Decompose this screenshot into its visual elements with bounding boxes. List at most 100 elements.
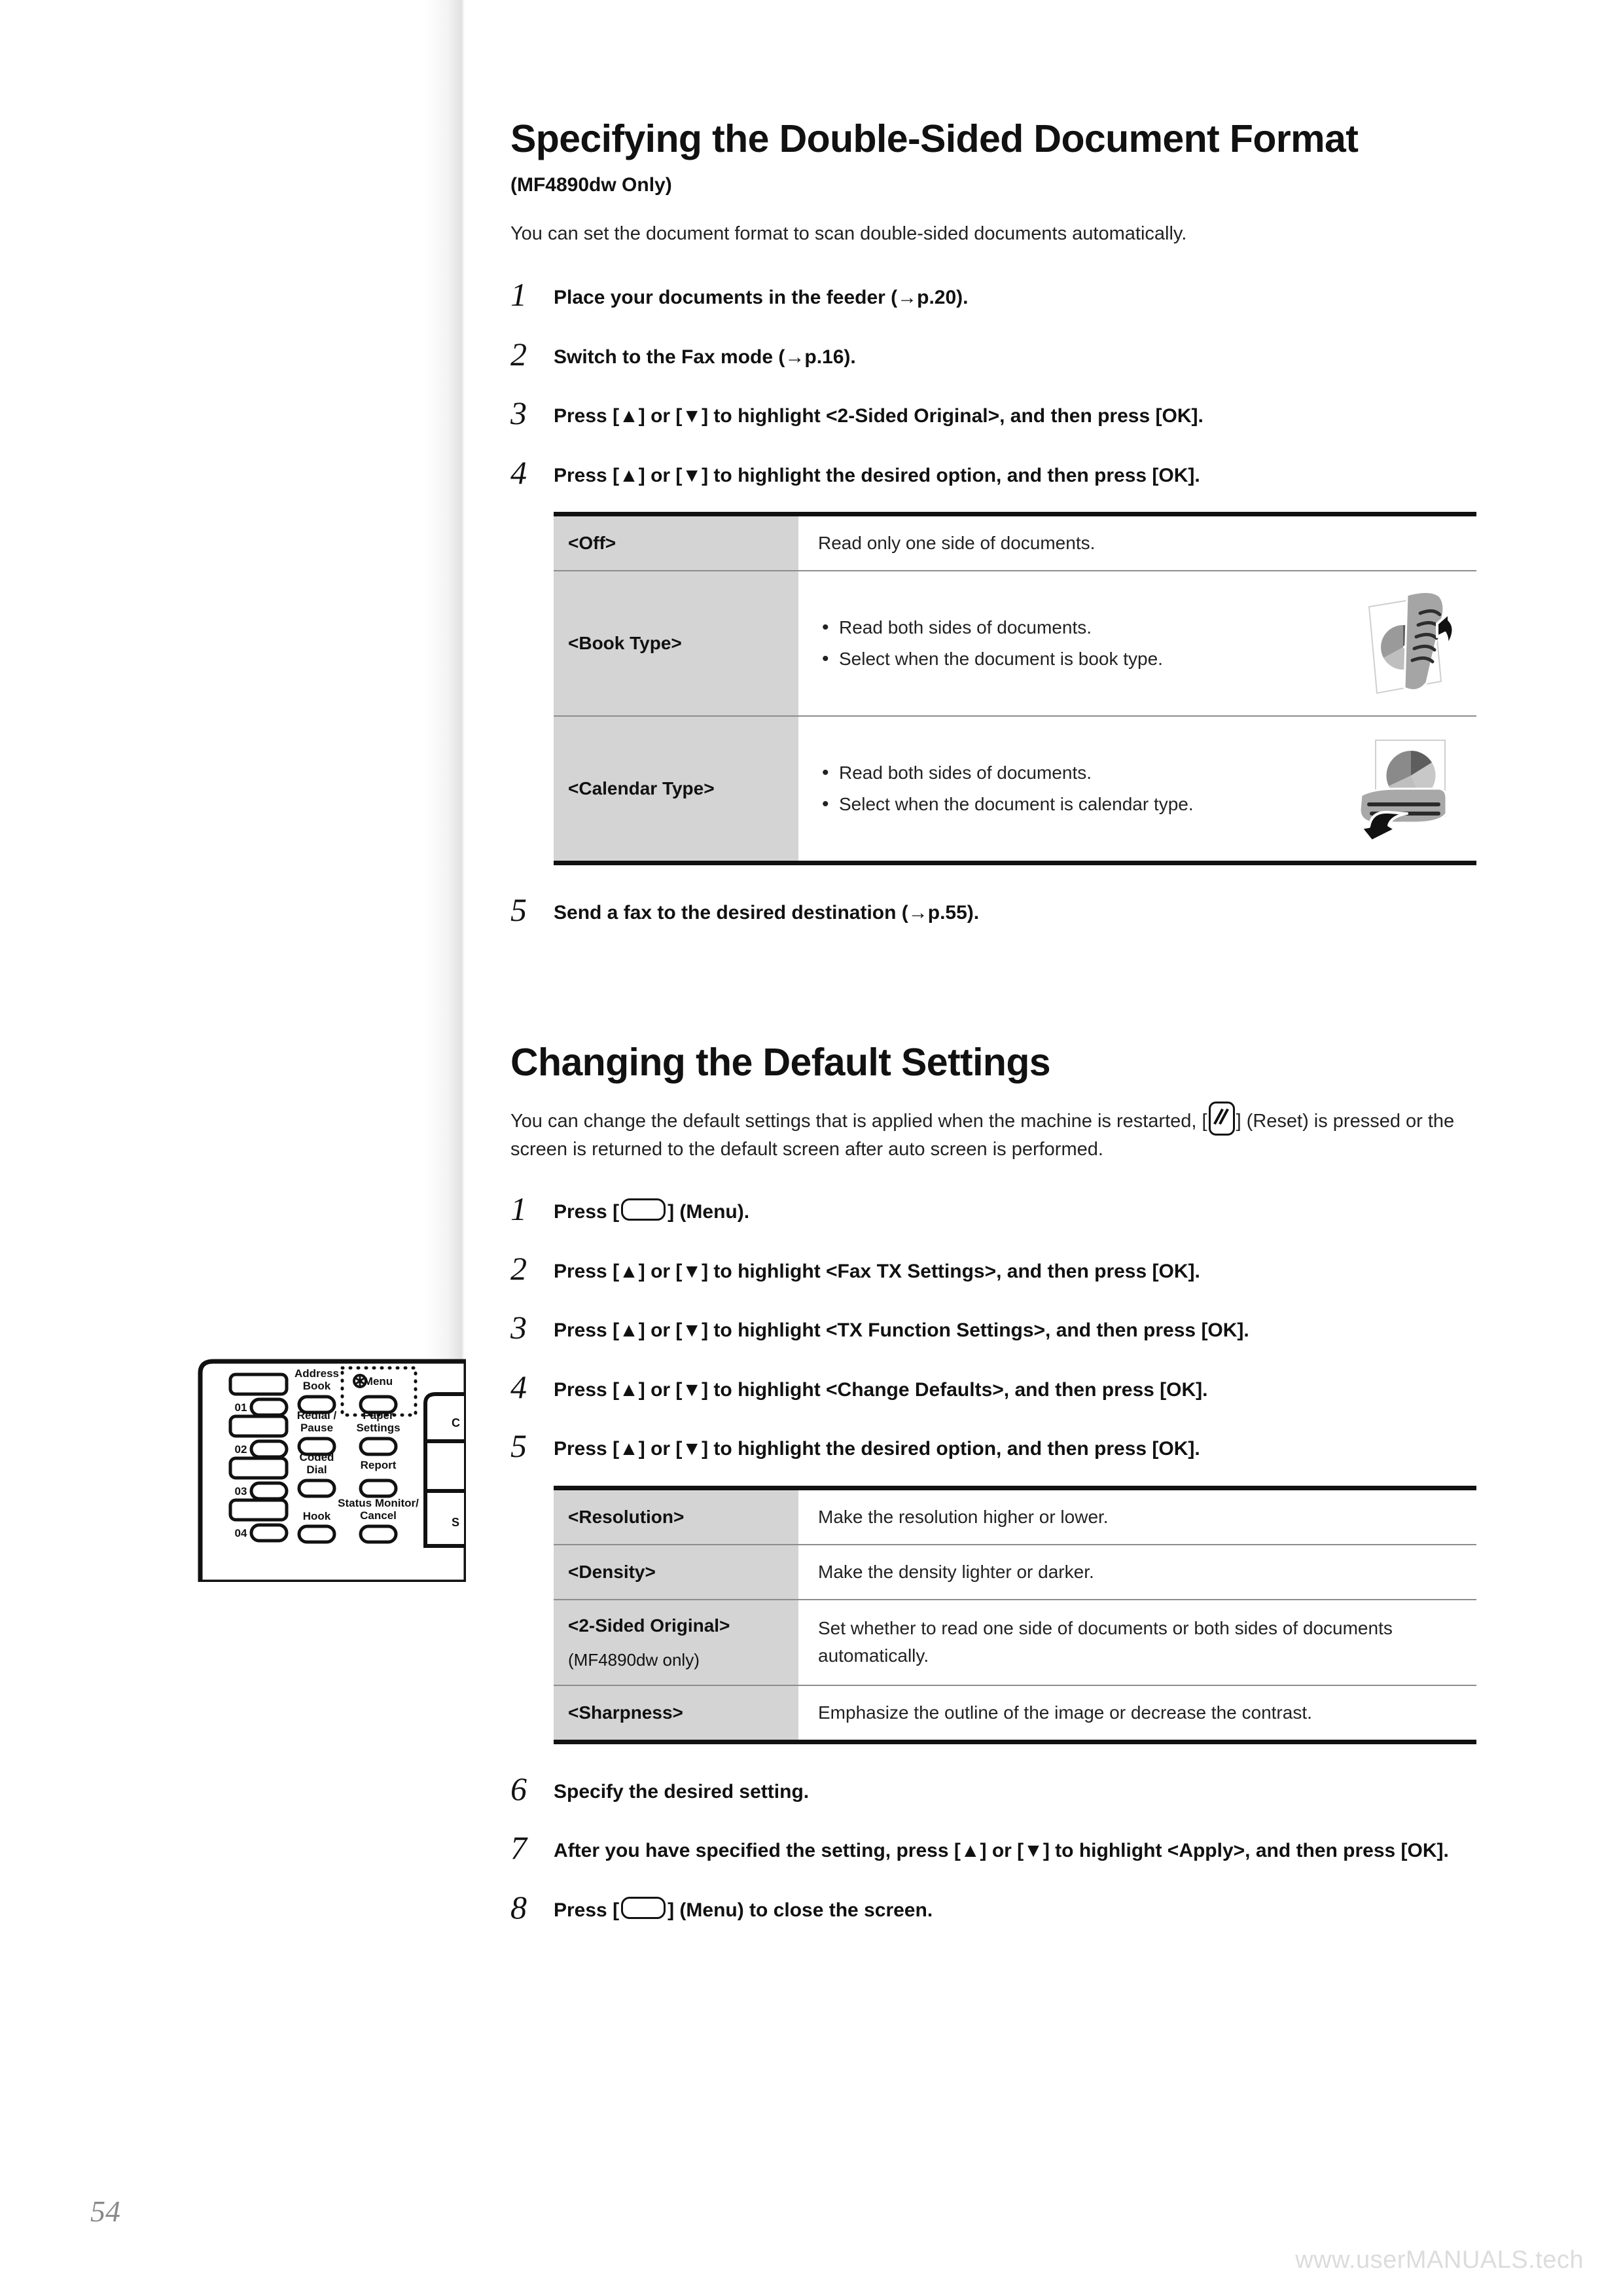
setting-key: <Density>	[554, 1544, 798, 1600]
menu-key-icon	[621, 1198, 666, 1221]
step-item: 2 Switch to the Fax mode (→p.16).	[510, 338, 1479, 372]
one-touch-label-02: 02	[235, 1443, 247, 1456]
option-description: Read both sides of documents. Select whe…	[798, 716, 1476, 863]
step-text: Send a fax to the desired destination (→…	[554, 902, 980, 924]
right-key-label-s: S	[452, 1516, 459, 1529]
status-monitor-key	[359, 1524, 398, 1544]
step-text: Press [▲] or [▼] to highlight <TX Functi…	[554, 1319, 1249, 1342]
step-item: 5 Press [▲] or [▼] to highlight the desi…	[510, 1429, 1479, 1744]
address-book-label-l2: Book	[303, 1380, 331, 1392]
manual-page: 01 02 03 04 Address Book Redial / Pause …	[0, 0, 1623, 2296]
option-bullet-list: Read both sides of documents. Select whe…	[818, 610, 1163, 677]
step-number: 4	[510, 454, 527, 491]
setting-description: Make the density lighter or darker.	[798, 1544, 1476, 1600]
menu-label: Menu	[364, 1375, 393, 1388]
status-monitor-label-l2: Cancel	[360, 1509, 397, 1522]
table-row: <Resolution> Make the resolution higher …	[554, 1488, 1476, 1545]
step-text: Place your documents in the feeder (→p.2…	[554, 286, 969, 308]
book-type-illustration	[1335, 584, 1459, 702]
step-number: 1	[510, 1190, 527, 1227]
double-sided-options-table: <Off> Read only one side of documents. <…	[554, 512, 1476, 866]
status-monitor-label-l1: Status Monitor/	[338, 1497, 419, 1509]
hook-key	[297, 1524, 336, 1544]
report-key	[359, 1479, 398, 1498]
step-text-post: ] (Menu).	[668, 1200, 750, 1223]
setting-description: Set whether to read one side of document…	[798, 1599, 1476, 1686]
option-key: <Off>	[554, 514, 798, 572]
reset-key-icon	[1208, 1101, 1235, 1136]
section2-steps: 1 Press [ ] (Menu). 2 Press [▲] or [▼] to…	[510, 1193, 1479, 1925]
default-settings-table: <Resolution> Make the resolution higher …	[554, 1485, 1476, 1744]
one-touch-label-04: 04	[235, 1527, 247, 1539]
step-item: 1 Press [ ] (Menu).	[510, 1193, 1479, 1227]
step-item: 3 Press [▲] or [▼] to highlight <TX Func…	[510, 1311, 1479, 1345]
setting-key: <Sharpness>	[554, 1685, 798, 1742]
option-description: Read only one side of documents.	[798, 514, 1476, 572]
step-number: 1	[510, 276, 527, 313]
step-text-post: ] (Menu) to close the screen.	[668, 1899, 933, 1921]
control-panel-illustration: 01 02 03 04 Address Book Redial / Pause …	[196, 1356, 466, 1582]
address-book-label-l1: Address	[294, 1367, 339, 1380]
step-item: 3 Press [▲] or [▼] to highlight <2-Sided…	[510, 397, 1479, 431]
step-text: Press [ ] (Menu).	[554, 1198, 750, 1223]
setting-key: <Resolution>	[554, 1488, 798, 1545]
step-number: 8	[510, 1888, 527, 1926]
table-row: <Calendar Type> Read both sides of docum…	[554, 716, 1476, 863]
section2-intro: You can change the default settings that…	[510, 1101, 1479, 1163]
step-item: 7 After you have specified the setting, …	[510, 1831, 1479, 1865]
step-item: 5 Send a fax to the desired destination …	[510, 893, 1479, 927]
menu-key	[359, 1395, 398, 1414]
section1-title: Specifying the Double-Sided Document For…	[510, 117, 1359, 160]
setting-description: Make the resolution higher or lower.	[798, 1488, 1476, 1545]
step-number: 5	[510, 1427, 527, 1465]
table-row: <Book Type> Read both sides of documents…	[554, 571, 1476, 717]
step-item: 8 Press [ ] (Menu) to close the screen.	[510, 1891, 1479, 1925]
option-text: Read only one side of documents.	[818, 533, 1096, 554]
option-key: <Book Type>	[554, 571, 798, 717]
step-item: 2 Press [▲] or [▼] to highlight <Fax TX …	[510, 1252, 1479, 1286]
table-row: <Sharpness> Emphasize the outline of the…	[554, 1685, 1476, 1742]
step-text: Press [▲] or [▼] to highlight <2-Sided O…	[554, 405, 1204, 427]
option-key: <Calendar Type>	[554, 716, 798, 863]
step-text-pre: Press [	[554, 1899, 620, 1921]
one-touch-label-03: 03	[235, 1485, 247, 1498]
content-column: Specifying the Double-Sided Document For…	[510, 0, 1479, 1925]
one-touch-label-01: 01	[235, 1401, 247, 1414]
setting-description: Emphasize the outline of the image or de…	[798, 1685, 1476, 1742]
step-number: 3	[510, 1309, 527, 1346]
step-item: 6 Specify the desired setting.	[510, 1772, 1479, 1806]
option-bullet: Read both sides of documents.	[818, 613, 1163, 642]
step-text: Specify the desired setting.	[554, 1780, 810, 1803]
table-row: <2-Sided Original> (MF4890dw only) Set wh…	[554, 1599, 1476, 1686]
right-key-label-c: C	[452, 1416, 460, 1429]
step-number: 2	[510, 335, 527, 372]
step-text: Press [▲] or [▼] to highlight <Change De…	[554, 1378, 1208, 1401]
site-watermark: www.userMANUALS.tech	[1295, 2246, 1584, 2274]
step-text: Press [▲] or [▼] to highlight the desire…	[554, 464, 1200, 486]
section1-steps: 1 Place your documents in the feeder (→p…	[510, 278, 1479, 927]
address-book-key	[297, 1395, 336, 1414]
hook-label: Hook	[303, 1510, 331, 1522]
option-bullet: Read both sides of documents.	[818, 758, 1194, 787]
paper-settings-key	[359, 1437, 398, 1456]
section1-subtitle: (MF4890dw Only)	[510, 173, 672, 196]
step-number: 4	[510, 1368, 527, 1405]
paper-settings-label-l2: Settings	[356, 1422, 400, 1434]
option-bullet-list: Read both sides of documents. Select whe…	[818, 755, 1194, 822]
step-text-pre: Press [	[554, 1200, 620, 1223]
option-bullet: Select when the document is calendar typ…	[818, 789, 1194, 819]
section2-intro-part1: You can change the default settings that…	[510, 1110, 1207, 1132]
step-item: 1 Place your documents in the feeder (→p…	[510, 278, 1479, 312]
step-number: 2	[510, 1249, 527, 1287]
step-number: 7	[510, 1829, 527, 1867]
step-number: 6	[510, 1770, 527, 1807]
step-text: Press [▲] or [▼] to highlight the desire…	[554, 1438, 1200, 1460]
redial-pause-label-l2: Pause	[300, 1422, 333, 1434]
step-text: Switch to the Fax mode (→p.16).	[554, 346, 856, 368]
option-description: Read both sides of documents. Select whe…	[798, 571, 1476, 717]
menu-key-icon	[621, 1896, 666, 1919]
section2-title: Changing the Default Settings	[510, 1040, 1051, 1084]
table-row: <Off> Read only one side of documents.	[554, 514, 1476, 572]
report-label: Report	[361, 1459, 397, 1471]
page-gutter-shadow	[424, 0, 465, 1369]
